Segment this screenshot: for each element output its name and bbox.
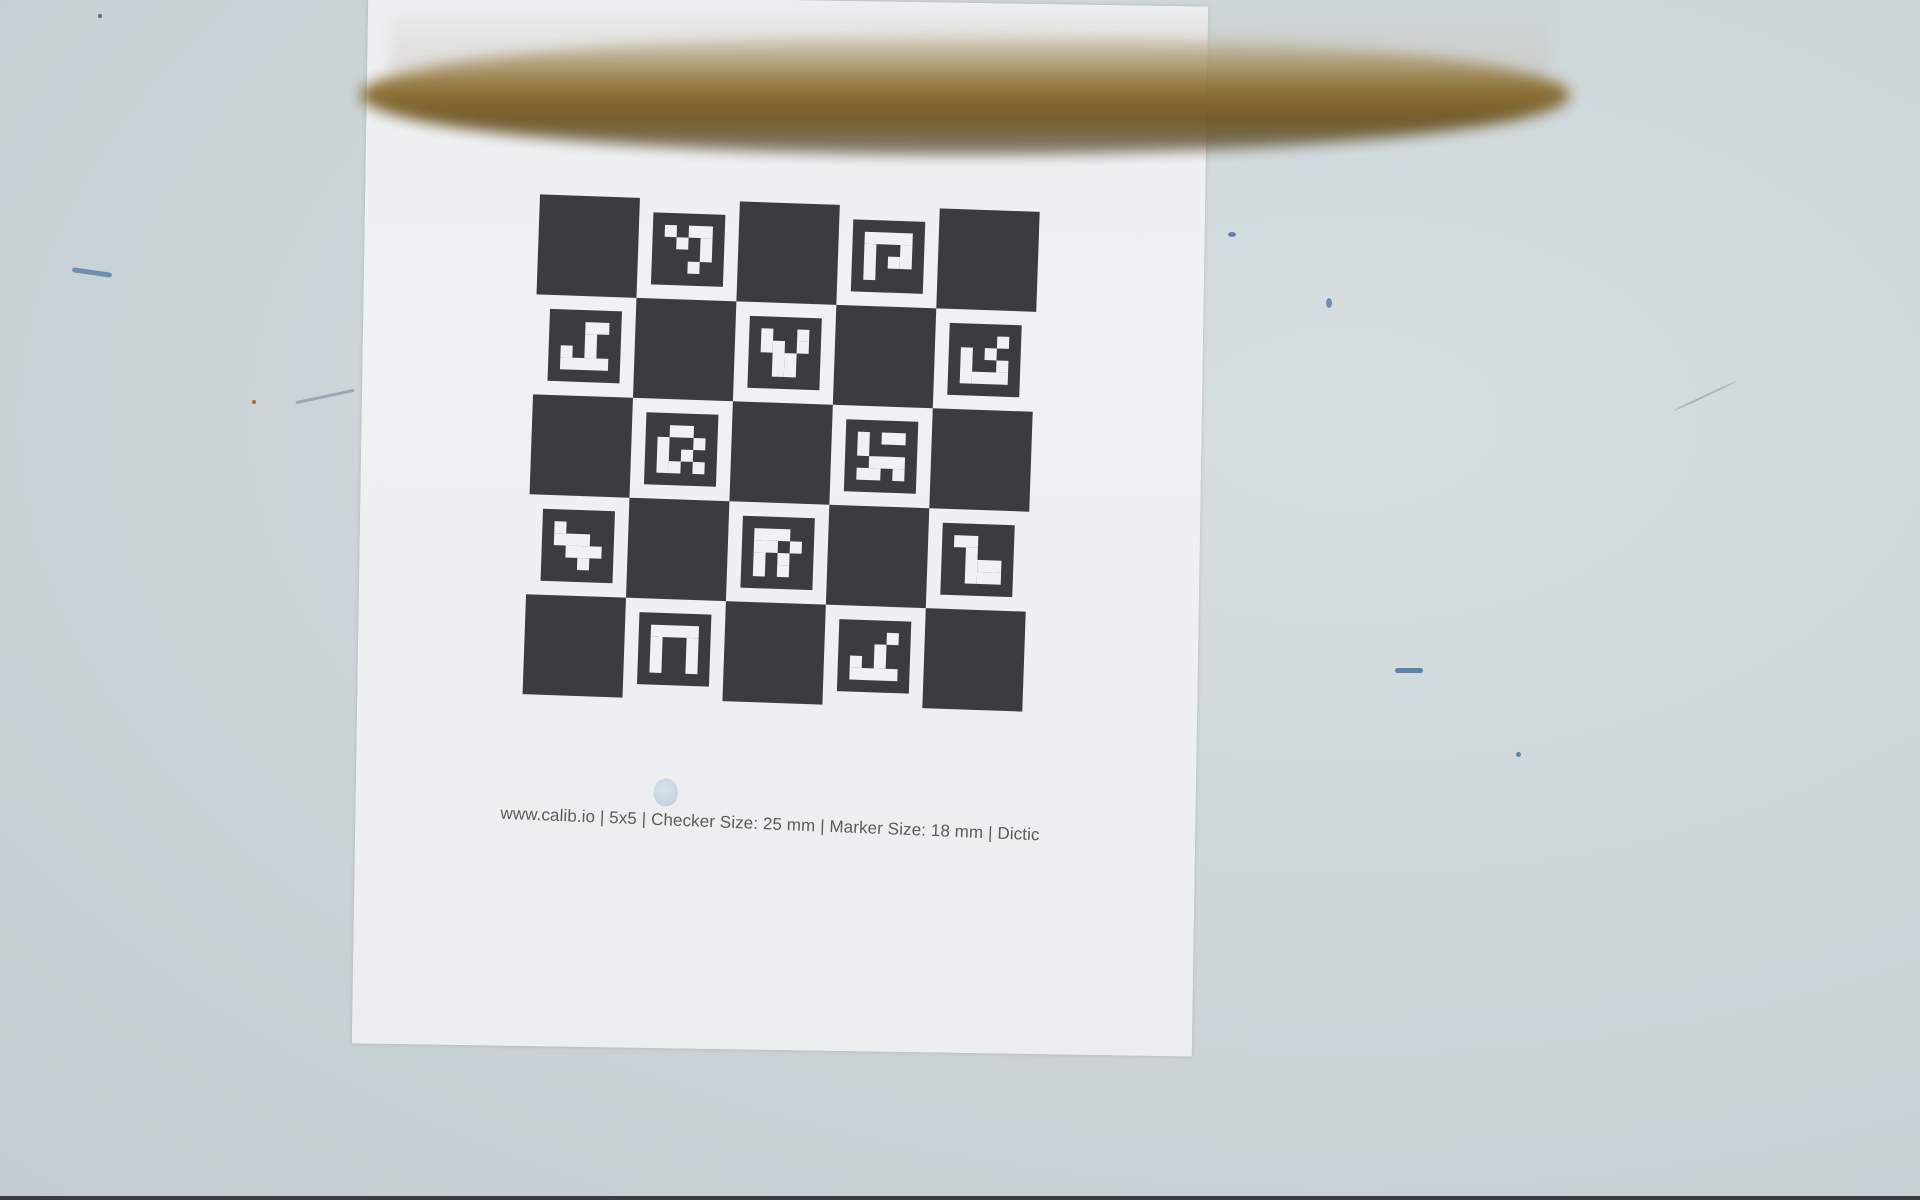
checker-square-marker xyxy=(933,308,1036,411)
aruco-marker xyxy=(747,315,822,391)
photo-scene: www.calib.io | 5x5 | Checker Size: 25 mm… xyxy=(0,0,1920,1200)
checker-square-dark xyxy=(522,594,626,698)
speck xyxy=(98,14,102,18)
aruco-marker xyxy=(940,522,1015,598)
aruco-marker xyxy=(850,219,926,294)
speck xyxy=(1395,668,1423,673)
checker-square-dark xyxy=(722,601,826,705)
checker-square-dark xyxy=(936,208,1040,312)
checker-square-dark xyxy=(825,504,930,609)
checker-square-marker xyxy=(733,301,836,404)
checker-square-marker xyxy=(822,605,925,708)
checker-square-marker xyxy=(829,405,932,508)
speck xyxy=(252,400,256,404)
water-droplet xyxy=(653,778,679,807)
aruco-marker xyxy=(650,212,726,287)
speck xyxy=(1326,298,1332,308)
aruco-marker xyxy=(643,412,719,487)
aruco-marker xyxy=(836,619,912,694)
board-caption: www.calib.io | 5x5 | Checker Size: 25 mm… xyxy=(500,803,1040,845)
checker-square-marker xyxy=(622,598,725,701)
checker-square-dark xyxy=(832,304,937,409)
speck xyxy=(1516,752,1521,757)
frame-bottom-edge xyxy=(0,1196,1920,1200)
checker-square-dark xyxy=(929,408,1033,512)
checker-square-dark xyxy=(625,497,730,602)
checker-square-marker xyxy=(836,205,939,308)
aruco-marker xyxy=(843,419,919,494)
checker-square-dark xyxy=(529,394,633,498)
checker-square-dark xyxy=(632,297,737,402)
aruco-marker xyxy=(547,308,622,384)
checker-square-dark xyxy=(736,201,840,305)
checker-square-marker xyxy=(926,508,1029,611)
blurred-ring-object xyxy=(360,35,1570,155)
checker-square-dark xyxy=(536,194,640,298)
aruco-marker xyxy=(636,612,712,687)
checker-square-dark xyxy=(922,608,1026,712)
checker-square-marker xyxy=(629,398,732,501)
aruco-marker xyxy=(740,515,815,591)
checker-square-marker xyxy=(526,494,629,597)
charuco-board xyxy=(522,194,1040,712)
aruco-marker xyxy=(540,508,615,584)
checker-square-marker xyxy=(533,294,636,397)
checker-square-dark xyxy=(729,401,833,505)
checker-square-marker xyxy=(726,501,829,604)
aruco-marker xyxy=(947,322,1022,398)
calibration-paper: www.calib.io | 5x5 | Checker Size: 25 mm… xyxy=(351,0,1209,1057)
speck xyxy=(1228,232,1236,237)
checker-square-marker xyxy=(636,198,739,301)
